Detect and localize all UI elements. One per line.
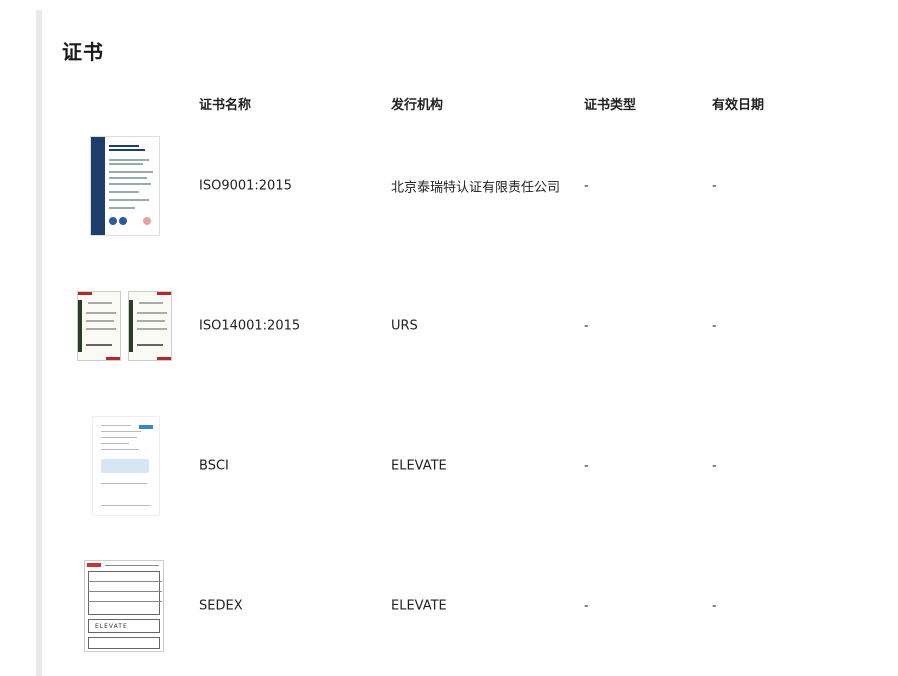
sedex-thumb-logo-text: ELEVATE — [95, 623, 128, 630]
cert-type: - — [584, 458, 589, 474]
cert-type: - — [584, 318, 589, 334]
cert-issuer: 北京泰瑞特认证有限责任公司 — [391, 180, 561, 196]
iso9001-certificate-image[interactable] — [90, 136, 160, 236]
cert-name: BSCI — [199, 458, 229, 474]
cert-name: SEDEX — [199, 598, 243, 614]
cert-valid-date: - — [712, 318, 717, 334]
iso14001-certificate-image[interactable] — [77, 291, 172, 361]
cert-valid-date: - — [712, 458, 717, 474]
cert-valid-date: - — [712, 598, 717, 614]
cert-valid-date: - — [712, 178, 717, 194]
table-row: ISO14001:2015 URS - - — [0, 256, 898, 396]
cert-type: - — [584, 178, 589, 194]
cert-issuer: URS — [391, 318, 418, 334]
header-issuer: 发行机构 — [391, 98, 444, 113]
table-row: ELEVATE SEDEX ELEVATE - - — [0, 536, 898, 676]
header-cert-type: 证书类型 — [584, 98, 637, 113]
cert-type: - — [584, 598, 589, 614]
cert-issuer: ELEVATE — [391, 458, 447, 474]
cert-name: ISO9001:2015 — [199, 178, 292, 194]
cert-issuer: ELEVATE — [391, 598, 447, 614]
sedex-certificate-image[interactable]: ELEVATE — [84, 560, 164, 652]
cert-name: ISO14001:2015 — [199, 318, 301, 334]
table-row: ISO9001:2015 北京泰瑞特认证有限责任公司 - - — [0, 116, 898, 256]
header-cert-name: 证书名称 — [199, 98, 252, 113]
section-title: 证书 — [62, 40, 104, 64]
table-row: BSCI ELEVATE - - — [0, 396, 898, 536]
header-valid-date: 有效日期 — [712, 98, 765, 113]
bsci-certificate-image[interactable] — [92, 416, 160, 516]
